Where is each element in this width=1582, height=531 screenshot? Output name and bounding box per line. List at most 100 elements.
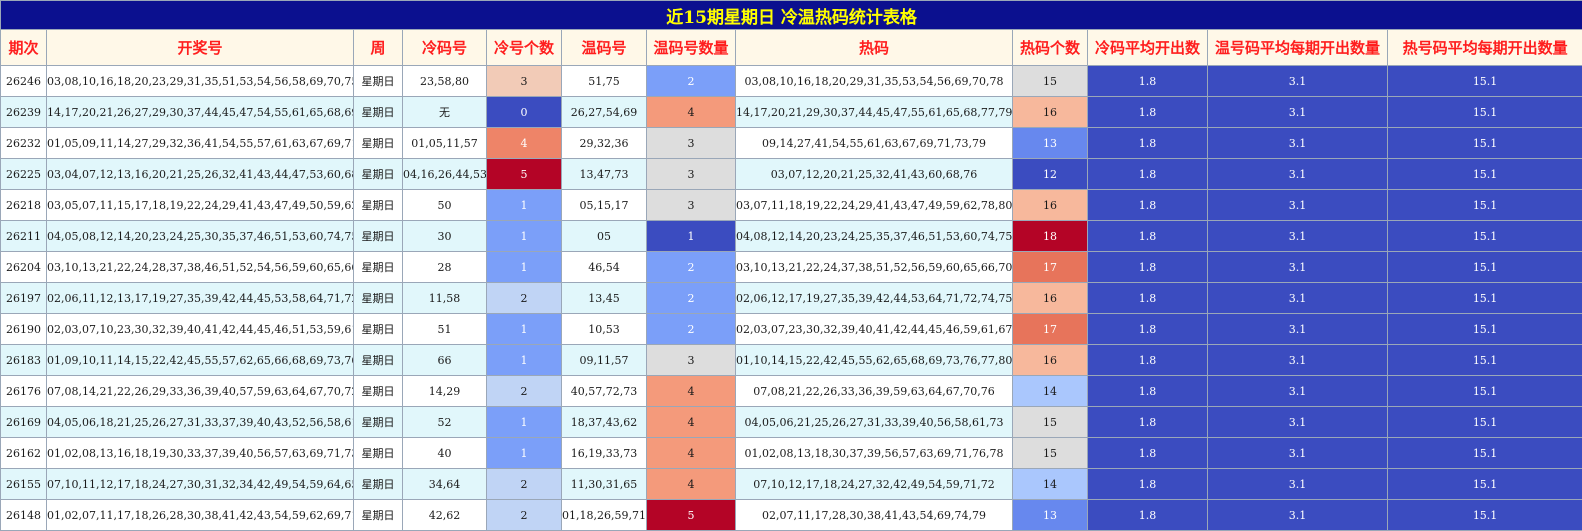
- cold-average-cell: 1.8: [1087, 189, 1208, 221]
- warm-numbers-cell: 13,45: [561, 282, 647, 314]
- cold-average-cell: 1.8: [1087, 406, 1208, 438]
- cold-count-cell: 2: [486, 375, 562, 407]
- cold-numbers-cell: 51: [402, 313, 487, 345]
- hot-numbers-cell: 04,08,12,14,20,23,24,25,35,37,46,51,53,6…: [735, 220, 1013, 252]
- warm-count-cell: 3: [646, 127, 736, 159]
- cold-average-cell: 1.8: [1087, 437, 1208, 469]
- weekday-cell: 星期日: [353, 220, 403, 252]
- warm-count-cell: 1: [646, 220, 736, 252]
- hot-average-cell: 15.1: [1386, 251, 1582, 283]
- cold-numbers-cell: 01,05,11,57: [402, 127, 487, 159]
- table-row: 26176 07,08,14,21,22,26,29,33,36,39,40,57…: [0, 375, 1582, 407]
- cold-average-cell: 1.8: [1087, 251, 1208, 283]
- draw-numbers-cell: 07,08,14,21,22,26,29,33,36,39,40,57,59,6…: [46, 375, 354, 407]
- draw-numbers-cell: 02,06,11,12,13,17,19,27,35,39,42,44,45,5…: [46, 282, 354, 314]
- hot-numbers-cell: 03,10,13,21,22,24,37,38,51,52,56,59,60,6…: [735, 251, 1013, 283]
- hot-numbers-cell: 02,03,07,23,30,32,39,40,41,42,44,45,46,5…: [735, 313, 1013, 345]
- hot-average-cell: 15.1: [1386, 282, 1582, 314]
- weekday-cell: 星期日: [353, 499, 403, 531]
- warm-numbers-cell: 29,32,36: [561, 127, 647, 159]
- header-weekday: 周: [353, 29, 403, 66]
- period-cell: 26225: [0, 158, 47, 190]
- cold-average-cell: 1.8: [1087, 220, 1208, 252]
- warm-average-cell: 3.1: [1207, 251, 1388, 283]
- table-row: 26169 04,05,06,18,21,25,26,27,31,33,37,39…: [0, 406, 1582, 438]
- cold-average-cell: 1.8: [1087, 282, 1208, 314]
- weekday-cell: 星期日: [353, 65, 403, 97]
- cold-average-cell: 1.8: [1087, 313, 1208, 345]
- warm-count-cell: 4: [646, 437, 736, 469]
- table-row: 26246 03,08,10,16,18,20,23,29,31,35,51,53…: [0, 65, 1582, 97]
- weekday-cell: 星期日: [353, 96, 403, 128]
- hot-average-cell: 15.1: [1386, 468, 1582, 500]
- hot-average-cell: 15.1: [1386, 313, 1582, 345]
- draw-numbers-cell: 03,08,10,16,18,20,23,29,31,35,51,53,54,5…: [46, 65, 354, 97]
- cold-numbers-cell: 50: [402, 189, 487, 221]
- cold-count-cell: 1: [486, 437, 562, 469]
- hot-numbers-cell: 07,10,12,17,18,24,27,32,42,49,54,59,71,7…: [735, 468, 1013, 500]
- warm-average-cell: 3.1: [1207, 375, 1388, 407]
- header-row: 期次 开奖号 周 冷码号 冷号个数 温码号 温码号数量 热码 热码个数 冷码平均…: [0, 29, 1582, 66]
- header-draw-numbers: 开奖号: [46, 29, 354, 66]
- warm-average-cell: 3.1: [1207, 313, 1388, 345]
- warm-count-cell: 2: [646, 282, 736, 314]
- hot-numbers-cell: 02,07,11,17,28,30,38,41,43,54,69,74,79: [735, 499, 1013, 531]
- hot-count-cell: 13: [1012, 127, 1088, 159]
- cold-numbers-cell: 52: [402, 406, 487, 438]
- cold-count-cell: 0: [486, 96, 562, 128]
- hot-average-cell: 15.1: [1386, 499, 1582, 531]
- warm-numbers-cell: 51,75: [561, 65, 647, 97]
- period-cell: 26176: [0, 375, 47, 407]
- cold-numbers-cell: 无: [402, 96, 487, 128]
- header-cold-average: 冷码平均开出数: [1087, 29, 1208, 66]
- warm-count-cell: 4: [646, 406, 736, 438]
- hot-numbers-cell: 01,10,14,15,22,42,45,55,62,65,68,69,73,7…: [735, 344, 1013, 376]
- draw-numbers-cell: 14,17,20,21,26,27,29,30,37,44,45,47,54,5…: [46, 96, 354, 128]
- cold-numbers-cell: 40: [402, 437, 487, 469]
- warm-count-cell: 3: [646, 189, 736, 221]
- cold-numbers-cell: 30: [402, 220, 487, 252]
- weekday-cell: 星期日: [353, 251, 403, 283]
- draw-numbers-cell: 01,02,07,11,17,18,26,28,30,38,41,42,43,5…: [46, 499, 354, 531]
- hot-count-cell: 13: [1012, 499, 1088, 531]
- table-row: 26197 02,06,11,12,13,17,19,27,35,39,42,44…: [0, 282, 1582, 314]
- period-cell: 26155: [0, 468, 47, 500]
- cold-count-cell: 2: [486, 468, 562, 500]
- warm-numbers-cell: 46,54: [561, 251, 647, 283]
- warm-count-cell: 2: [646, 313, 736, 345]
- weekday-cell: 星期日: [353, 127, 403, 159]
- draw-numbers-cell: 04,05,06,18,21,25,26,27,31,33,37,39,40,4…: [46, 406, 354, 438]
- hot-count-cell: 14: [1012, 375, 1088, 407]
- table-row: 26239 14,17,20,21,26,27,29,30,37,44,45,47…: [0, 96, 1582, 128]
- warm-average-cell: 3.1: [1207, 127, 1388, 159]
- header-period: 期次: [0, 29, 47, 66]
- table-title: 近15期星期日 冷温热码统计表格: [0, 0, 1582, 30]
- cold-numbers-cell: 66: [402, 344, 487, 376]
- hot-count-cell: 15: [1012, 65, 1088, 97]
- period-cell: 26169: [0, 406, 47, 438]
- period-cell: 26239: [0, 96, 47, 128]
- table-row: 26183 01,09,10,11,14,15,22,42,45,55,57,62…: [0, 344, 1582, 376]
- warm-numbers-cell: 13,47,73: [561, 158, 647, 190]
- warm-numbers-cell: 16,19,33,73: [561, 437, 647, 469]
- warm-average-cell: 3.1: [1207, 189, 1388, 221]
- period-cell: 26211: [0, 220, 47, 252]
- hot-average-cell: 15.1: [1386, 220, 1582, 252]
- hot-numbers-cell: 03,07,12,20,21,25,32,41,43,60,68,76: [735, 158, 1013, 190]
- weekday-cell: 星期日: [353, 282, 403, 314]
- hot-count-cell: 12: [1012, 158, 1088, 190]
- warm-average-cell: 3.1: [1207, 282, 1388, 314]
- cold-average-cell: 1.8: [1087, 158, 1208, 190]
- cold-count-cell: 4: [486, 127, 562, 159]
- cold-count-cell: 2: [486, 282, 562, 314]
- cold-count-cell: 1: [486, 251, 562, 283]
- cold-count-cell: 1: [486, 406, 562, 438]
- cold-count-cell: 5: [486, 158, 562, 190]
- weekday-cell: 星期日: [353, 158, 403, 190]
- cold-numbers-cell: 23,58,80: [402, 65, 487, 97]
- header-warm-average: 温号码平均每期开出数量: [1207, 29, 1388, 66]
- hot-numbers-cell: 01,02,08,13,18,30,37,39,56,57,63,69,71,7…: [735, 437, 1013, 469]
- period-cell: 26246: [0, 65, 47, 97]
- warm-count-cell: 5: [646, 499, 736, 531]
- header-cold-count: 冷号个数: [486, 29, 562, 66]
